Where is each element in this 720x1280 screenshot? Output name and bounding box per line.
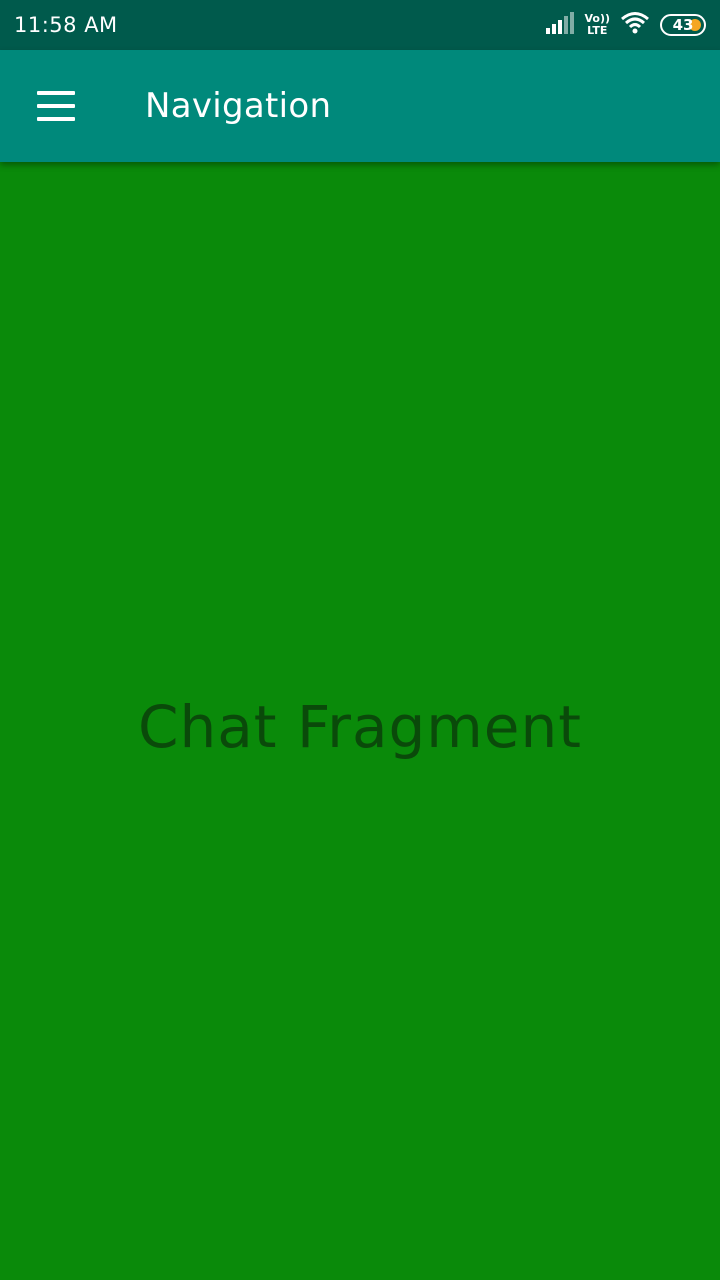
lte-label: LTE xyxy=(587,24,608,37)
app-bar: Navigation xyxy=(0,50,720,162)
status-time: 11:58 AM xyxy=(14,13,118,37)
status-bar: 11:58 AM Vo)) LTE 43 xyxy=(0,0,720,50)
signal-icon xyxy=(546,12,575,38)
fragment-label: Chat Fragment xyxy=(137,693,582,761)
page-title: Navigation xyxy=(145,86,332,126)
hamburger-menu-icon xyxy=(37,91,75,121)
volte-icon: Vo)) LTE xyxy=(584,13,610,37)
menu-button[interactable] xyxy=(26,76,86,136)
battery-icon: 43 xyxy=(660,14,706,36)
wifi-icon xyxy=(620,11,650,39)
status-icons: Vo)) LTE 43 xyxy=(546,10,706,40)
fragment-content: Chat Fragment xyxy=(0,162,720,1280)
battery-level: 43 xyxy=(672,16,694,34)
